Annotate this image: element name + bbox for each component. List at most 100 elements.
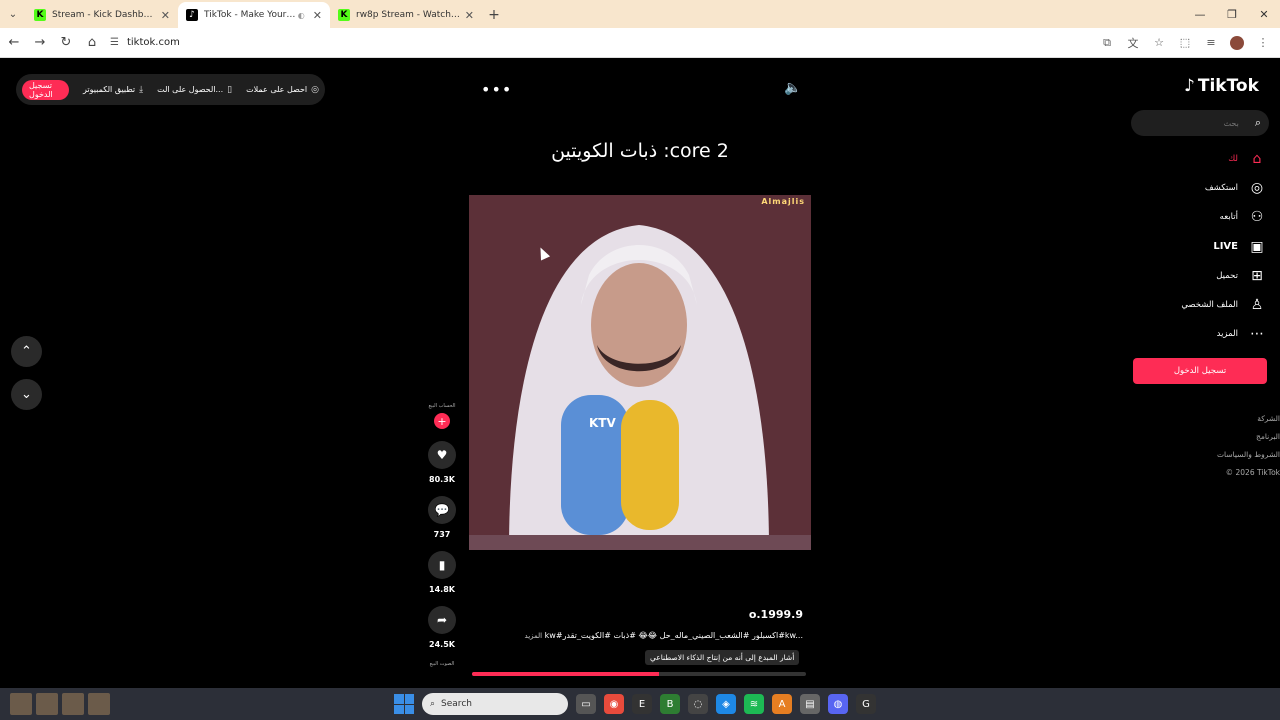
app-icon[interactable]: ◈: [716, 694, 736, 714]
reload-icon[interactable]: ↻: [54, 31, 78, 55]
like-button[interactable]: ♥: [428, 441, 456, 469]
sidebar-item-more[interactable]: المزيد ⋯: [1106, 320, 1266, 349]
video-player[interactable]: KTV Almajlis: [469, 195, 811, 550]
chrome-icon[interactable]: ◉: [604, 694, 624, 714]
action-bar: الحساب البيع + ♥ 80.3K 💬 737 ▮ 14.8K ➦ 2…: [426, 403, 458, 667]
compass-icon: ◎: [1250, 179, 1264, 196]
media-controls-icon[interactable]: ≡: [1200, 32, 1222, 54]
desktop-app-button[interactable]: تطبيق الكمبيوتر ⤓: [83, 85, 143, 95]
tiktok-note-icon: ♪: [1184, 76, 1195, 96]
search-icon: ⌕: [430, 699, 436, 709]
discord-icon[interactable]: ◍: [828, 694, 848, 714]
app-a-icon[interactable]: A: [772, 694, 792, 714]
sidebar-item-label: أتابعه: [1219, 212, 1238, 223]
close-window-icon[interactable]: ✕: [1248, 0, 1280, 28]
url-field[interactable]: ☰ tiktok.com: [110, 32, 1092, 54]
os-taskbar: ⌕ Search ▭ ◉ E B ◌ ◈ ≋ A ▤ ◍ G: [0, 688, 1280, 720]
volume-icon[interactable]: 🔈: [784, 80, 801, 96]
taskbar-thumb-icon[interactable]: [88, 693, 110, 715]
home-page-icon[interactable]: ⌂: [80, 31, 104, 55]
search-icon[interactable]: ⌕: [1255, 116, 1261, 130]
tiktok-favicon-icon: ♪: [186, 9, 198, 21]
close-icon[interactable]: ✕: [465, 9, 474, 22]
tab-kick-dashboard[interactable]: K Stream - Kick Dashboard ✕: [26, 2, 178, 28]
video-author[interactable]: o.1999.9: [600, 608, 803, 621]
tab-tiktok[interactable]: ♪ TikTok - Make Your Day ◐ ✕: [178, 2, 330, 28]
close-icon[interactable]: ✕: [161, 9, 170, 22]
install-app-icon[interactable]: ⧉: [1096, 32, 1118, 54]
video-progress-bar[interactable]: [472, 672, 806, 676]
get-coins-button[interactable]: احصل على عملات ◎: [246, 85, 319, 95]
extensions-icon[interactable]: ⬚: [1174, 32, 1196, 54]
tab-search-icon[interactable]: ⌄: [0, 0, 26, 28]
sound-label: الصوت البيع: [429, 661, 455, 667]
taskbar-search-label: Search: [441, 699, 472, 709]
comment-button[interactable]: 💬: [428, 496, 456, 524]
restore-icon[interactable]: ❐: [1216, 0, 1248, 28]
audio-icon[interactable]: ◐: [298, 11, 305, 20]
new-tab-button[interactable]: +: [482, 2, 506, 28]
browser-tab-bar: ⌄ K Stream - Kick Dashboard ✕ ♪ TikTok -…: [0, 0, 1280, 28]
video-caption: المزيد kw#اكسبلور #الشعب_الصيني_ماله_حل …: [470, 631, 803, 640]
close-icon[interactable]: ✕: [313, 9, 322, 22]
sidebar-item-upload[interactable]: تحميل ⊞: [1106, 261, 1266, 290]
sidebar-item-profile[interactable]: الملف الشخصي ♙: [1106, 290, 1266, 319]
bookmark-star-icon[interactable]: ☆: [1148, 32, 1170, 54]
live-icon: ▣: [1250, 238, 1264, 255]
sidebar-item-live[interactable]: LIVE ▣: [1106, 232, 1266, 261]
top-login-button[interactable]: تسجيل الدخول: [22, 79, 69, 100]
follow-plus-icon[interactable]: +: [434, 413, 450, 429]
download-icon: ⤓: [139, 84, 144, 95]
taskbar-thumb-icon[interactable]: [62, 693, 84, 715]
address-bar: ← → ↻ ⌂ ☰ tiktok.com ⧉ 文 ☆ ⬚ ≡ ⋮: [0, 28, 1280, 58]
profile-avatar[interactable]: [1226, 32, 1248, 54]
save-button[interactable]: ▮: [428, 551, 456, 579]
search-input[interactable]: بحث ⌕: [1131, 110, 1269, 136]
sidebar-item-explore[interactable]: استكشف ◎: [1106, 173, 1266, 202]
tiktok-logo[interactable]: ♪ TikTok: [1184, 76, 1259, 96]
top-action-bar: تسجيل الدخول تطبيق الكمبيوتر ⤓ الحصول عل…: [16, 74, 325, 105]
sidebar-item-following[interactable]: أتابعه ⚇: [1106, 203, 1266, 232]
forward-icon[interactable]: →: [28, 31, 52, 55]
taskbar-search-input[interactable]: ⌕ Search: [422, 693, 568, 715]
bluestacks-icon[interactable]: B: [660, 694, 680, 714]
taskbar-thumb-icon[interactable]: [36, 693, 58, 715]
more-options-icon[interactable]: •••: [481, 80, 512, 99]
get-app-button[interactable]: الحصول على الت... ▯: [157, 85, 232, 95]
weather-widget-icon[interactable]: [10, 693, 32, 715]
share-button[interactable]: ➦: [428, 606, 456, 634]
more-icon: ⋯: [1250, 326, 1264, 343]
url-text: tiktok.com: [126, 37, 180, 48]
spotify-icon[interactable]: ≋: [744, 694, 764, 714]
sidebar-login-button[interactable]: تسجيل الدخول: [1133, 358, 1267, 384]
share-count: 24.5K: [429, 640, 455, 649]
get-app-label: الحصول على الت...: [157, 85, 224, 94]
caption-more-button[interactable]: المزيد: [525, 632, 543, 640]
file-icon[interactable]: ▤: [800, 694, 820, 714]
epic-games-icon[interactable]: E: [632, 694, 652, 714]
share-icon: ➦: [436, 613, 448, 627]
heart-icon: ♥: [436, 448, 448, 462]
app-g-icon[interactable]: G: [856, 694, 876, 714]
next-video-button[interactable]: ⌄: [11, 379, 42, 410]
save-count: 14.8K: [429, 585, 455, 594]
previous-video-button[interactable]: ⌃: [11, 336, 42, 367]
footer-link-terms[interactable]: الشروط والسياسات: [1217, 446, 1280, 464]
obs-icon[interactable]: ◌: [688, 694, 708, 714]
sidebar-item-for-you[interactable]: لك ⌂: [1106, 144, 1266, 173]
site-info-icon[interactable]: ☰: [110, 37, 119, 48]
footer-link-company[interactable]: الشركة: [1217, 410, 1280, 428]
minimize-icon[interactable]: —: [1184, 0, 1216, 28]
footer-copyright: © 2026 TikTok: [1225, 468, 1280, 477]
footer-link-program[interactable]: البرنامج: [1217, 428, 1280, 446]
browser-menu-icon[interactable]: ⋮: [1252, 32, 1274, 54]
profile-icon: ♙: [1250, 297, 1264, 314]
phone-icon: ▯: [227, 84, 233, 95]
task-view-icon[interactable]: ▭: [576, 694, 596, 714]
caption-text: kw#اكسبلور #الشعب_الصيني_ماله_حل 😂😂 #ذبا…: [544, 631, 803, 640]
back-icon[interactable]: ←: [2, 31, 26, 55]
tab-kick-stream[interactable]: K rw8p Stream - Watch Live on Ki ✕: [330, 2, 482, 28]
windows-start-icon[interactable]: [394, 694, 414, 714]
translate-icon[interactable]: 文: [1122, 32, 1144, 54]
sidebar-item-label: تحميل: [1216, 270, 1238, 281]
